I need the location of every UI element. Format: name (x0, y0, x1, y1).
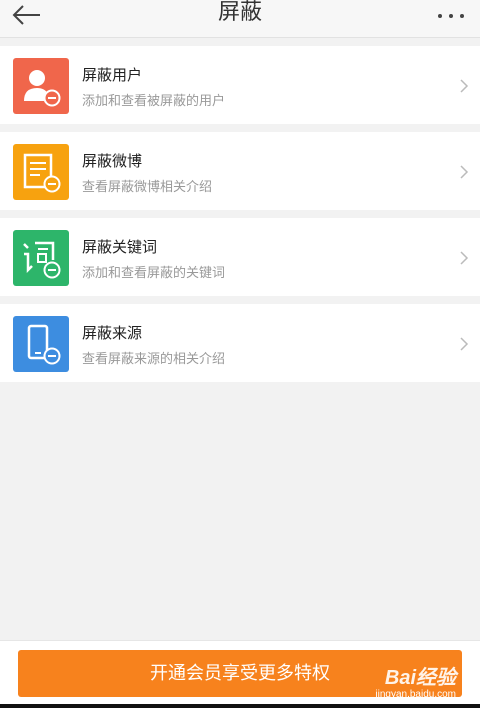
item-title: 屏蔽微博 (82, 152, 143, 170)
block-user-icon (13, 58, 69, 114)
list-item-block-users[interactable]: 屏蔽用户 添加和查看被屏蔽的用户 (0, 46, 480, 124)
baidu-jingyan-watermark: Bai经验 jingyan.baidu.com (375, 661, 456, 700)
block-settings-list: 屏蔽用户 添加和查看被屏蔽的用户 屏蔽微博 查看屏蔽微博相关介绍 屏蔽关键词 添… (0, 46, 480, 390)
item-title: 屏蔽来源 (82, 324, 143, 342)
item-description: 添加和查看被屏蔽的用户 (82, 94, 226, 109)
item-description: 添加和查看屏蔽的关键词 (82, 266, 226, 281)
list-item-block-keywords[interactable]: 屏蔽关键词 添加和查看屏蔽的关键词 (0, 218, 480, 296)
watermark-url: jingyan.baidu.com (375, 689, 456, 700)
more-button[interactable] (436, 6, 466, 18)
block-weibo-icon (13, 144, 69, 200)
list-item-block-weibo[interactable]: 屏蔽微博 查看屏蔽微博相关介绍 (0, 132, 480, 210)
system-nav-bar (0, 704, 480, 708)
list-item-block-source[interactable]: 屏蔽来源 查看屏蔽来源的相关介绍 (0, 304, 480, 382)
footer-bar: 开通会员享受更多特权 Bai经验 jingyan.baidu.com (0, 640, 480, 708)
item-description: 查看屏蔽微博相关介绍 (82, 180, 213, 195)
watermark-brand: Bai经验 (384, 667, 456, 689)
item-title: 屏蔽关键词 (82, 238, 158, 256)
chevron-right-icon (460, 79, 469, 93)
more-dots-icon (438, 14, 464, 18)
block-keyword-icon (13, 230, 69, 286)
block-source-icon (13, 316, 69, 372)
chevron-right-icon (460, 337, 469, 351)
chevron-right-icon (460, 251, 469, 265)
top-bar: 屏蔽 (0, 0, 480, 38)
item-title: 屏蔽用户 (82, 66, 143, 84)
item-description: 查看屏蔽来源的相关介绍 (82, 352, 226, 367)
chevron-right-icon (460, 165, 469, 179)
page-title: 屏蔽 (217, 0, 262, 25)
